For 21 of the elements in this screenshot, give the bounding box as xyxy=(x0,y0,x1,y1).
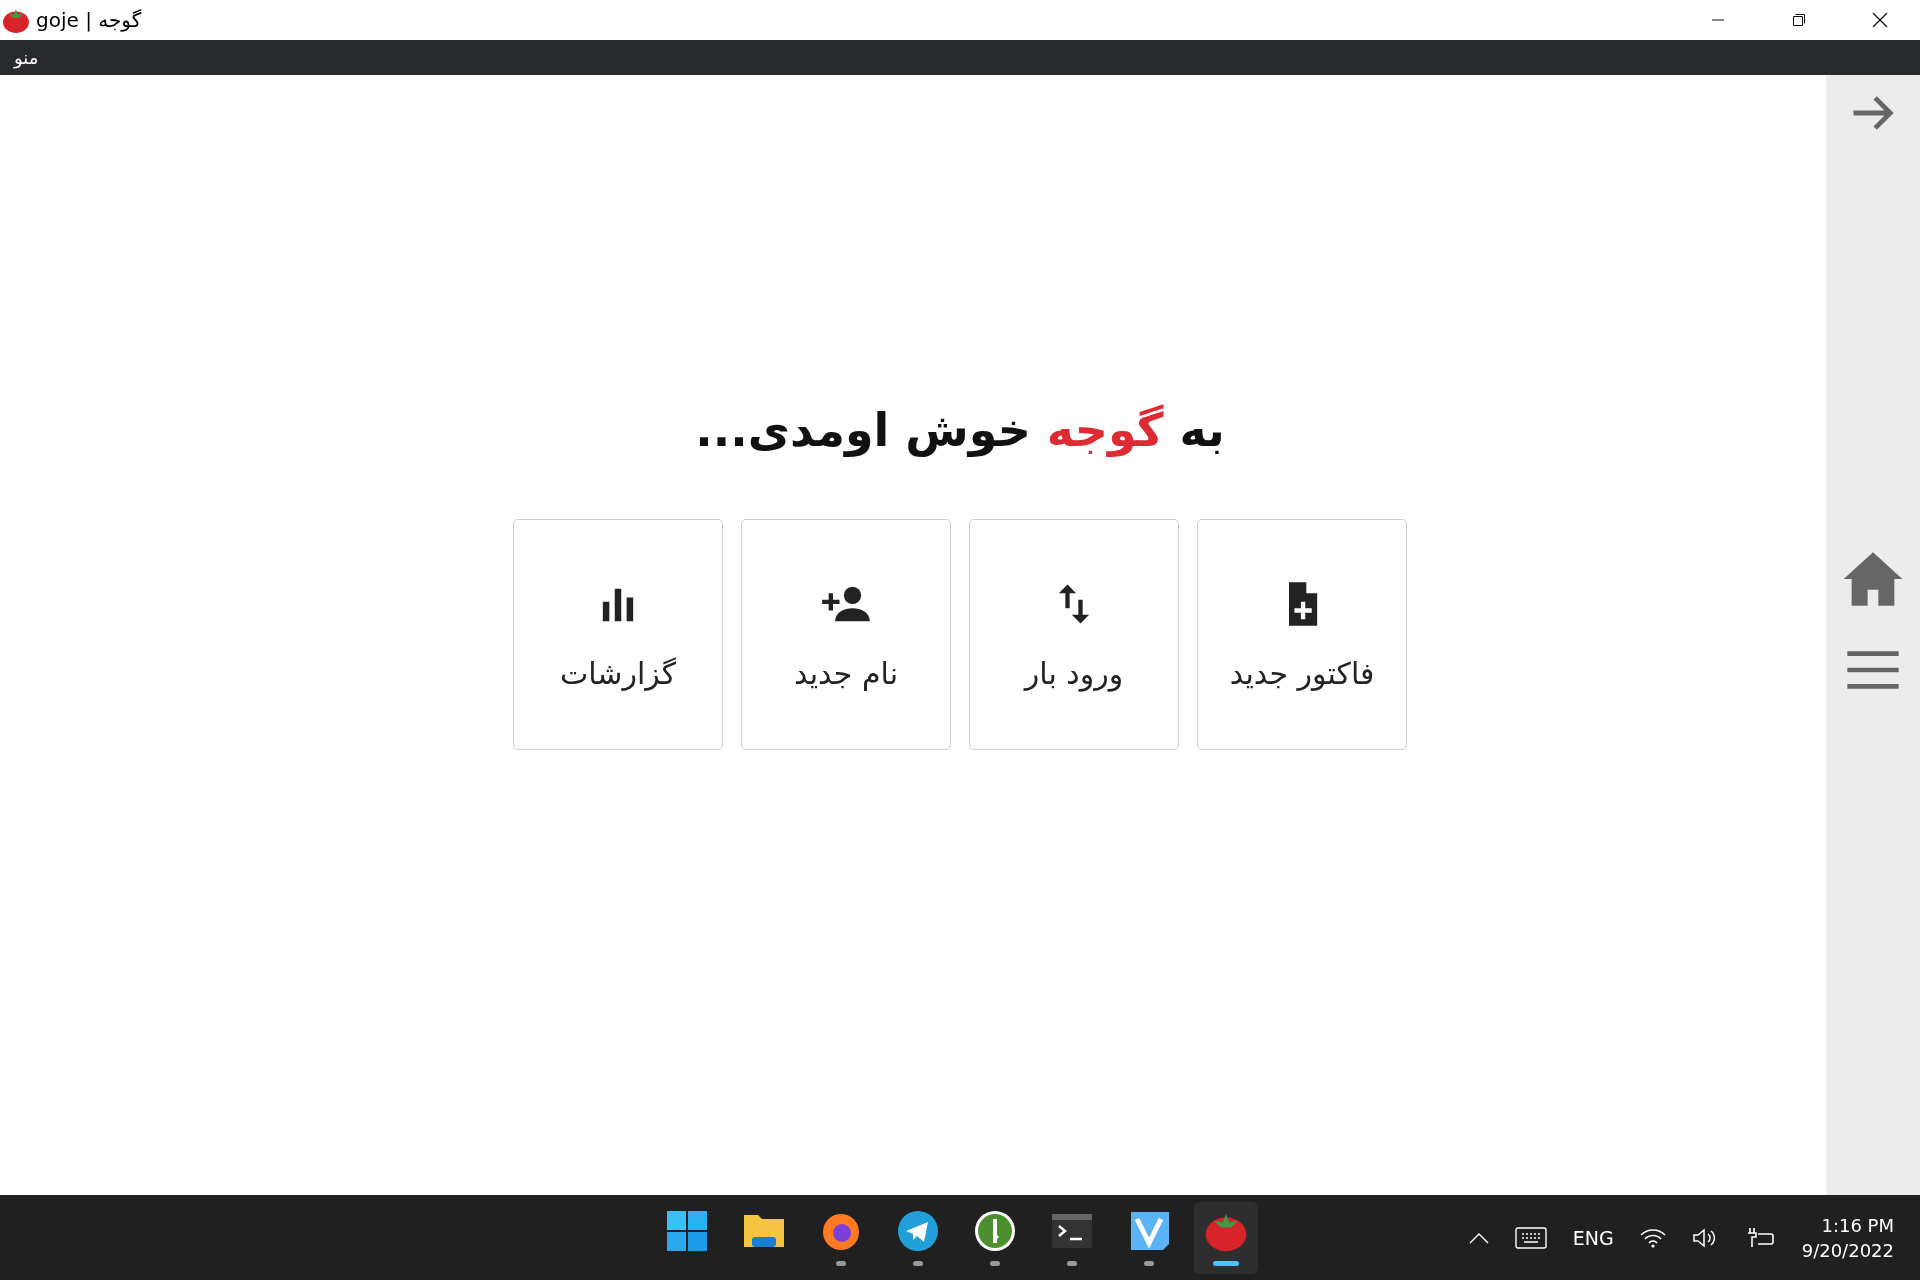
keyboard-icon[interactable] xyxy=(1514,1226,1547,1249)
menu-button[interactable] xyxy=(1844,649,1902,691)
clock-time: 1:16 PM xyxy=(1821,1214,1894,1236)
clock-date: 9/20/2022 xyxy=(1801,1239,1894,1261)
close-icon xyxy=(1871,12,1888,28)
window-title: goje | گوجه xyxy=(36,8,142,32)
action-tile[interactable]: گزارشات xyxy=(513,519,723,750)
wifi-icon[interactable] xyxy=(1639,1227,1666,1248)
menu-item[interactable]: منو xyxy=(12,47,41,68)
key-icon xyxy=(973,1209,1017,1253)
language-indicator[interactable]: ENG xyxy=(1572,1226,1614,1249)
welcome-heading: به گوجه خوش اومدی... xyxy=(695,403,1225,457)
action-tile[interactable]: نام جدید xyxy=(741,519,951,750)
taskbar-app[interactable] xyxy=(1194,1201,1258,1274)
action-tile[interactable]: فاکتور جدید xyxy=(1197,519,1407,750)
chevron-up-icon[interactable] xyxy=(1468,1231,1489,1244)
paper-plane-icon xyxy=(896,1209,940,1253)
restore-icon xyxy=(1791,13,1806,27)
action-tile[interactable]: ورود بار xyxy=(969,519,1179,750)
battery-charging-icon[interactable] xyxy=(1745,1225,1776,1250)
windows-logo-icon xyxy=(665,1209,709,1253)
